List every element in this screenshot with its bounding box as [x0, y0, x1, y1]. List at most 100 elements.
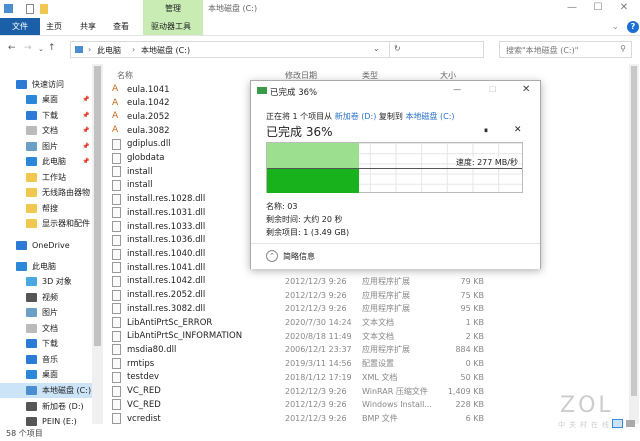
- tab-drive-tools[interactable]: 驱动器工具: [151, 21, 191, 32]
- drive-icon: [75, 46, 83, 53]
- sidebar-item-icon: [26, 142, 37, 151]
- dialog-minimize-button[interactable]: —: [453, 85, 461, 94]
- collapse-chevron-icon[interactable]: ⌃: [266, 250, 278, 262]
- file-date: 2012/12/3 9:26: [285, 400, 347, 410]
- sidebar-item[interactable]: OneDrive: [0, 238, 92, 253]
- sidebar-item[interactable]: 帮搜: [0, 201, 92, 216]
- sidebar-item-label: 图片: [42, 142, 58, 151]
- file-date: 2012/12/3 9:26: [285, 386, 347, 396]
- help-button[interactable]: ?: [627, 21, 639, 33]
- less-details-button[interactable]: 简略信息: [283, 251, 315, 262]
- sidebar-item[interactable]: 无线路由器物: [0, 185, 92, 200]
- pin-icon: 📌: [82, 127, 90, 134]
- sidebar-item-icon: [26, 188, 37, 197]
- sidebar-item[interactable]: 桌面: [0, 367, 92, 382]
- sidebar-item-label: 快速访问: [32, 80, 64, 89]
- sidebar-item[interactable]: 下载: [0, 336, 92, 351]
- sidebar-item[interactable]: 图片 📌: [0, 139, 92, 154]
- sidebar-item[interactable]: 文档 📌: [0, 123, 92, 138]
- source-link[interactable]: 新加卷 (D:): [335, 112, 377, 121]
- recent-dropdown[interactable]: ⌄: [38, 45, 44, 53]
- file-list-scrollbar-thumb[interactable]: [631, 66, 637, 396]
- ribbon-tabs: 主页 共享 查看 驱动器工具: [0, 18, 640, 36]
- sidebar-item[interactable]: 此电脑: [0, 259, 92, 274]
- sidebar-item[interactable]: 工作站: [0, 170, 92, 185]
- dialog-close-button[interactable]: ✕: [522, 84, 530, 95]
- sidebar-item[interactable]: 此电脑 📌: [0, 154, 92, 169]
- sidebar-item-icon: [26, 386, 37, 395]
- tab-file[interactable]: 文件: [0, 18, 40, 35]
- forward-button[interactable]: →: [24, 43, 32, 53]
- copy-mid: 复制到: [378, 112, 403, 121]
- sidebar-item[interactable]: 3D 对象: [0, 274, 92, 289]
- dialog-footer: ⌃ 简略信息: [251, 243, 540, 269]
- sidebar-item[interactable]: 音乐: [0, 352, 92, 367]
- sidebar-item-label: 视频: [42, 293, 58, 302]
- breadcrumb-this-pc[interactable]: 此电脑: [97, 45, 121, 56]
- file-date: 2012/12/3 9:26: [285, 414, 347, 423]
- sidebar-item[interactable]: 下载 📌: [0, 108, 92, 123]
- properties-icon[interactable]: [26, 4, 34, 14]
- progress-fill-upper: [267, 143, 359, 169]
- file-size: 0 KB: [465, 359, 484, 369]
- pause-button[interactable]: ⏸: [484, 126, 488, 136]
- sidebar-item-label: 此电脑: [32, 262, 56, 271]
- address-dropdown-icon[interactable]: ⌄: [373, 44, 380, 53]
- tab-view[interactable]: 查看: [113, 21, 129, 32]
- sidebar-item-label: 无线路由器物: [42, 188, 90, 197]
- search-input[interactable]: 搜索"本地磁盘 (C:)" ⚲: [499, 41, 632, 58]
- sidebar-item[interactable]: 新加卷 (D:): [0, 399, 92, 414]
- file-size: 6 KB: [465, 414, 484, 423]
- copy-icon: [257, 87, 267, 94]
- file-size: 884 KB: [455, 345, 484, 355]
- speed-graph: 速度: 277 MB/秒: [266, 142, 523, 193]
- sidebar-item[interactable]: 显示器和配件: [0, 216, 92, 231]
- file-name: vcredist: [127, 413, 161, 424]
- sidebar-item-label: 音乐: [42, 355, 58, 364]
- dest-link[interactable]: 本地磁盘 (C:): [405, 112, 454, 121]
- sidebar-item-label: PEIN (E:): [42, 417, 77, 426]
- sidebar-scrollbar-thumb[interactable]: [94, 66, 101, 346]
- breadcrumb-local-disk[interactable]: 本地磁盘 (C:): [141, 45, 190, 56]
- sidebar-item[interactable]: 图片: [0, 305, 92, 320]
- back-button[interactable]: ←: [8, 43, 16, 53]
- dialog-maximize-button[interactable]: ☐: [489, 85, 496, 94]
- sidebar-item-icon: [26, 204, 37, 213]
- maximize-button[interactable]: ☐: [586, 2, 610, 13]
- sidebar-item-icon: [16, 262, 27, 271]
- close-button[interactable]: ✕: [612, 2, 636, 13]
- sidebar-item-label: 图片: [42, 308, 58, 317]
- file-type: Windows Install...: [362, 400, 432, 410]
- sidebar-item-icon: [26, 324, 37, 333]
- file-date: 2018/1/12 17:19: [285, 372, 352, 382]
- sidebar-item[interactable]: 快速访问: [0, 77, 92, 92]
- up-button[interactable]: ↑: [48, 43, 56, 53]
- sidebar-item-label: 桌面: [42, 370, 58, 379]
- progress-heading: 已完成 36%: [266, 125, 333, 139]
- status-bar: 58 个项目: [6, 429, 43, 438]
- sidebar-item-icon: [26, 417, 37, 426]
- tab-home[interactable]: 主页: [46, 21, 62, 32]
- sidebar-item-icon: [26, 293, 37, 302]
- sidebar-item-label: 3D 对象: [42, 277, 72, 286]
- cancel-button[interactable]: ✕: [514, 125, 522, 135]
- sidebar-item[interactable]: 桌面 📌: [0, 92, 92, 107]
- title-bar: [0, 0, 640, 18]
- sidebar-item-icon: [26, 219, 37, 228]
- minimize-button[interactable]: —: [560, 2, 584, 13]
- file-date: 2006/12/1 23:37: [285, 345, 352, 355]
- file-size: 50 KB: [460, 372, 484, 382]
- sidebar-item-icon: [26, 173, 37, 182]
- sidebar-item[interactable]: 文档: [0, 321, 92, 336]
- expand-ribbon-icon[interactable]: ⌄: [612, 22, 619, 31]
- sidebar-item-label: 本地磁盘 (C:): [42, 386, 92, 395]
- sidebar-item[interactable]: 视频: [0, 290, 92, 305]
- address-bar[interactable]: › 此电脑 › 本地磁盘 (C:) ⌄ ↻: [70, 41, 484, 58]
- sidebar-item-icon: [26, 370, 37, 379]
- refresh-icon[interactable]: ↻: [394, 44, 401, 53]
- sidebar-item-label: 新加卷 (D:): [42, 402, 84, 411]
- tab-share[interactable]: 共享: [80, 21, 96, 32]
- new-folder-icon[interactable]: [40, 4, 48, 14]
- speed-label: 速度: 277 MB/秒: [455, 157, 518, 168]
- sidebar-item[interactable]: 本地磁盘 (C:): [0, 383, 92, 398]
